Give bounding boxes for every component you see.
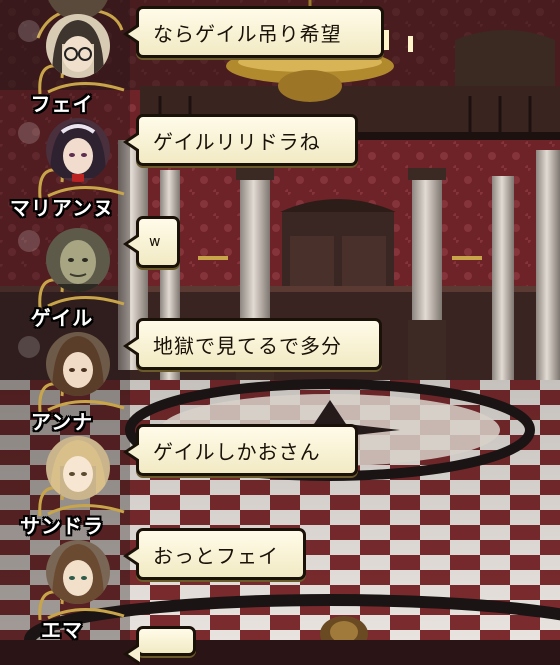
speaker-name: マリアンヌ (9, 196, 115, 220)
sandra-portrait-icon (46, 436, 110, 500)
message-text: 地獄で見てるで多分 (153, 333, 342, 358)
chat-item: フェイ (0, 8, 400, 116)
faye-portrait-icon (46, 14, 110, 78)
message-text: ゲイルリリドラね (153, 129, 321, 154)
message-bubble: w (123, 216, 180, 268)
emma-portrait-icon (46, 540, 110, 604)
message-text: おっとフェイ (153, 543, 279, 568)
chat-item: アンナ 地獄で見てるで多分 (0, 318, 400, 434)
message-bubble: おっとフェイ (123, 528, 306, 580)
chat-item: サンドラ ゲイルしかおさん (0, 424, 400, 538)
lion-statue-icon (320, 616, 368, 640)
message-bubble-partial (123, 626, 196, 665)
message-bubble: 地獄で見てるで多分 (123, 318, 382, 370)
marianne-portrait-icon (46, 118, 110, 182)
chat-item: マリアンヌ ゲイルリリドラね (0, 112, 400, 220)
anna-portrait-icon (46, 332, 110, 396)
message-text: ゲイルしかおさん (153, 439, 321, 464)
list-dot (18, 20, 40, 42)
speaker-name: エマ (41, 618, 83, 642)
message-bubble: ゲイルしかおさん (123, 424, 358, 476)
message-text: w (149, 234, 162, 250)
message-bubble: ゲイルリリドラね (123, 114, 358, 166)
chat-item: ゲイル w (0, 216, 400, 330)
gale-portrait-icon (46, 228, 110, 292)
